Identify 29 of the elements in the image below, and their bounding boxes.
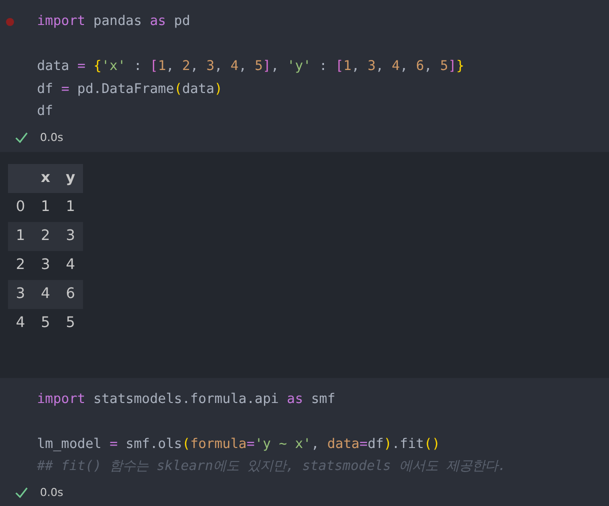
breakpoint-icon[interactable] (6, 18, 14, 26)
table-cell-text: 3 (40, 256, 52, 274)
row-index: 1 (14, 226, 26, 246)
table-cell-text: 4 (40, 284, 52, 304)
row-index: 0 (14, 198, 26, 216)
checkmark-icon (15, 132, 28, 143)
table-cell-text: 1 (40, 198, 52, 216)
table-cell-text: 5 (64, 314, 76, 332)
table-cell-text: 4 (64, 256, 76, 274)
code-line: ## fit() 함수는 sklearn에도 있지만, statsmodels 에서도 제공한다. (37, 458, 508, 476)
code-line: import statsmodels.formula.api as smf (37, 390, 336, 408)
table-cell-text: 2 (40, 226, 52, 246)
checkmark-icon (15, 487, 28, 498)
column-header: y (64, 168, 76, 188)
code-line: data = {'x' : [1, 2, 3, 4, 5], 'y' : [1, 3, 4, 6, 5]} (37, 58, 466, 76)
table-cell-text: 3 (64, 226, 76, 246)
row-index: 2 (14, 256, 26, 274)
code-line: df = pd.DataFrame(data) (37, 80, 224, 98)
execution-time: 0.0s (40, 131, 64, 144)
code-line: df (37, 103, 54, 121)
row-index: 4 (14, 314, 26, 332)
table-cell-text: 1 (64, 198, 76, 216)
code-line: lm_model = smf.ols(formula='y ~ x', data=df).fit() (37, 436, 442, 454)
table-cell-text: 5 (40, 314, 52, 332)
table-cell-text: 6 (64, 284, 76, 304)
code-line: import pandas as pd (37, 13, 192, 31)
execution-time: 0.0s (40, 486, 64, 499)
column-header: x (40, 168, 52, 188)
row-index: 3 (14, 284, 26, 304)
